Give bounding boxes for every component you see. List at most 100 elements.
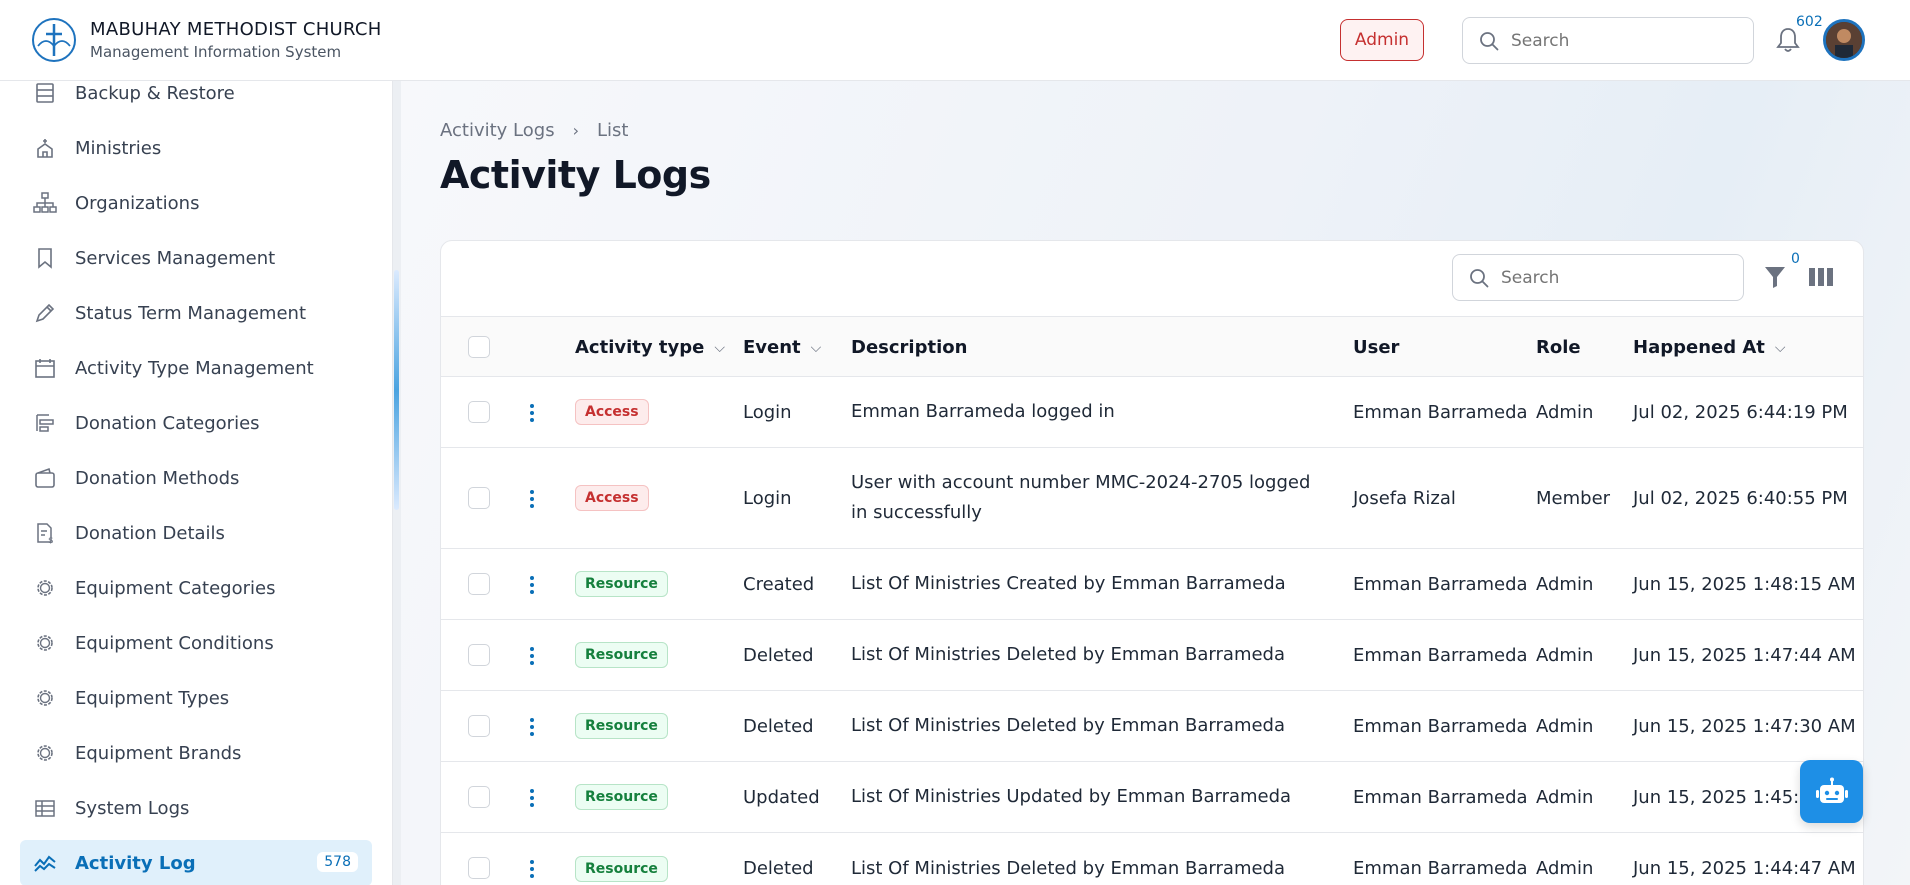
happened-at-cell: Jul 02, 2025 6:40:55 PM [1633, 487, 1848, 509]
description-cell: List Of Ministries Deleted by Emman Barr… [851, 857, 1286, 879]
table-row[interactable]: Resource Created List Of Ministries Crea… [441, 549, 1863, 620]
sidebar-item-label: Activity Type Management [75, 357, 314, 379]
row-checkbox[interactable] [468, 644, 490, 666]
row-checkbox[interactable] [468, 715, 490, 737]
bookmark-icon [32, 245, 58, 271]
table-row[interactable]: Resource Updated List Of Ministries Upda… [441, 762, 1863, 833]
notification-bell-icon[interactable] [1775, 26, 1801, 54]
breadcrumb-activity-logs[interactable]: Activity Logs [440, 120, 555, 141]
activity-type-badge: Resource [575, 713, 668, 739]
chevron-down-icon: ⌵ [714, 339, 725, 356]
sidebar-item-status-term-management[interactable]: Status Term Management [20, 290, 372, 336]
column-label: Event [743, 337, 801, 358]
event-cell: Deleted [743, 715, 814, 737]
sidebar-item-activity-log[interactable]: Activity Log 578 [20, 840, 372, 885]
user-cell: Emman Barrameda [1353, 401, 1528, 423]
sidebar-item-donation-methods[interactable]: Donation Methods [20, 455, 372, 501]
user-cell: Emman Barrameda [1353, 715, 1528, 737]
sidebar-item-backup-restore[interactable]: Backup & Restore [20, 70, 372, 116]
brand[interactable]: MABUHAY METHODIST CHURCH Management Info… [30, 16, 382, 64]
table-row[interactable]: Resource Deleted List Of Ministries Dele… [441, 620, 1863, 691]
org-chart-icon [32, 190, 58, 216]
sidebar-item-donation-categories[interactable]: Donation Categories [20, 400, 372, 446]
sidebar-item-equipment-categories[interactable]: Equipment Categories [20, 565, 372, 611]
sidebar-item-label: Services Management [75, 247, 276, 269]
user-avatar[interactable] [1823, 19, 1865, 61]
notification-count: 602 [1796, 14, 1823, 30]
column-header-user: User [1353, 317, 1399, 378]
sidebar-item-ministries[interactable]: Ministries [20, 125, 372, 171]
app-subtitle: Management Information System [90, 43, 342, 61]
row-checkbox[interactable] [468, 487, 490, 509]
search-icon [1470, 268, 1489, 287]
column-label: Activity type [575, 337, 705, 358]
row-actions-kebab-icon[interactable] [529, 691, 535, 762]
column-header-event[interactable]: Event ⌵ [743, 317, 821, 378]
sidebar-item-label: System Logs [75, 797, 190, 819]
table-row[interactable]: Resource Deleted List Of Ministries Dele… [441, 691, 1863, 762]
row-checkbox[interactable] [468, 573, 490, 595]
activity-type-badge: Access [575, 485, 649, 511]
column-label: Happened At [1633, 337, 1765, 358]
select-all-checkbox[interactable] [468, 336, 490, 358]
happened-at-cell: Jul 02, 2025 6:44:19 PM [1633, 401, 1848, 423]
row-checkbox[interactable] [468, 401, 490, 423]
user-photo-icon [1826, 22, 1862, 58]
sidebar-item-donation-details[interactable]: $ Donation Details [20, 510, 372, 556]
sidebar-item-label: Donation Methods [75, 467, 240, 489]
happened-at-cell: Jun 15, 2025 1:44:47 AM [1633, 858, 1856, 879]
row-checkbox[interactable] [468, 786, 490, 808]
sidebar-item-equipment-brands[interactable]: Equipment Brands [20, 730, 372, 776]
event-cell: Deleted [743, 644, 814, 666]
user-cell: Emman Barrameda [1353, 858, 1528, 879]
activity-icon [32, 850, 58, 876]
activity-type-badge: Resource [575, 855, 668, 882]
description-cell: List Of Ministries Created by Emman Barr… [851, 573, 1286, 594]
column-header-activity-type[interactable]: Activity type ⌵ [575, 317, 725, 378]
sidebar-item-label: Donation Details [75, 522, 225, 544]
chevron-down-icon: ⌵ [810, 339, 822, 356]
sidebar-item-organizations[interactable]: Organizations [20, 180, 372, 226]
row-actions-kebab-icon[interactable] [529, 377, 535, 448]
pen-icon [32, 300, 58, 326]
database-icon [32, 80, 58, 106]
church-icon [32, 135, 58, 161]
sidebar-item-system-logs[interactable]: System Logs [20, 785, 372, 831]
align-icon [32, 410, 58, 436]
filter-icon[interactable] [1764, 265, 1786, 289]
row-actions-kebab-icon[interactable] [529, 833, 535, 885]
sidebar-item-services-management[interactable]: Services Management [20, 235, 372, 281]
chatbot-button[interactable] [1800, 760, 1863, 823]
row-actions-kebab-icon[interactable] [529, 448, 535, 549]
row-actions-kebab-icon[interactable] [529, 620, 535, 691]
role-cell: Admin [1536, 401, 1594, 423]
role-badge[interactable]: Admin [1340, 19, 1424, 61]
sidebar-item-equipment-conditions[interactable]: Equipment Conditions [20, 620, 372, 666]
global-search[interactable] [1462, 17, 1754, 64]
column-label: Description [851, 337, 968, 358]
sidebar-item-equipment-types[interactable]: Equipment Types [20, 675, 372, 721]
sidebar-item-activity-type-management[interactable]: Activity Type Management [20, 345, 372, 391]
table-icon [32, 795, 58, 821]
sidebar-item-label: Equipment Types [75, 687, 230, 709]
table-search[interactable] [1452, 254, 1744, 301]
row-actions-kebab-icon[interactable] [529, 549, 535, 620]
role-cell: Member [1536, 487, 1611, 509]
cog-icon [32, 630, 58, 656]
columns-toggle-icon[interactable] [1808, 266, 1834, 288]
table-row[interactable]: Resource Deleted List Of Ministries Dele… [441, 833, 1863, 885]
table-search-input[interactable] [1501, 267, 1701, 288]
row-actions-kebab-icon[interactable] [529, 762, 535, 833]
role-cell: Admin [1536, 644, 1594, 666]
sidebar-item-label: Backup & Restore [75, 82, 235, 104]
sidebar-item-label: Equipment Conditions [75, 632, 274, 654]
column-header-happened-at[interactable]: Happened At ⌵ [1633, 317, 1786, 378]
activity-type-badge: Access [575, 399, 649, 425]
global-search-input[interactable] [1511, 30, 1711, 51]
table-row[interactable]: Access Login User with account number MM… [441, 448, 1863, 549]
table-row[interactable]: Access Login Emman Barrameda logged in E… [441, 377, 1863, 448]
sidebar-scrollbar-thumb[interactable] [394, 270, 399, 510]
sidebar-item-label: Equipment Categories [75, 577, 276, 599]
row-checkbox[interactable] [468, 857, 490, 879]
user-cell: Josefa Rizal [1353, 487, 1456, 509]
